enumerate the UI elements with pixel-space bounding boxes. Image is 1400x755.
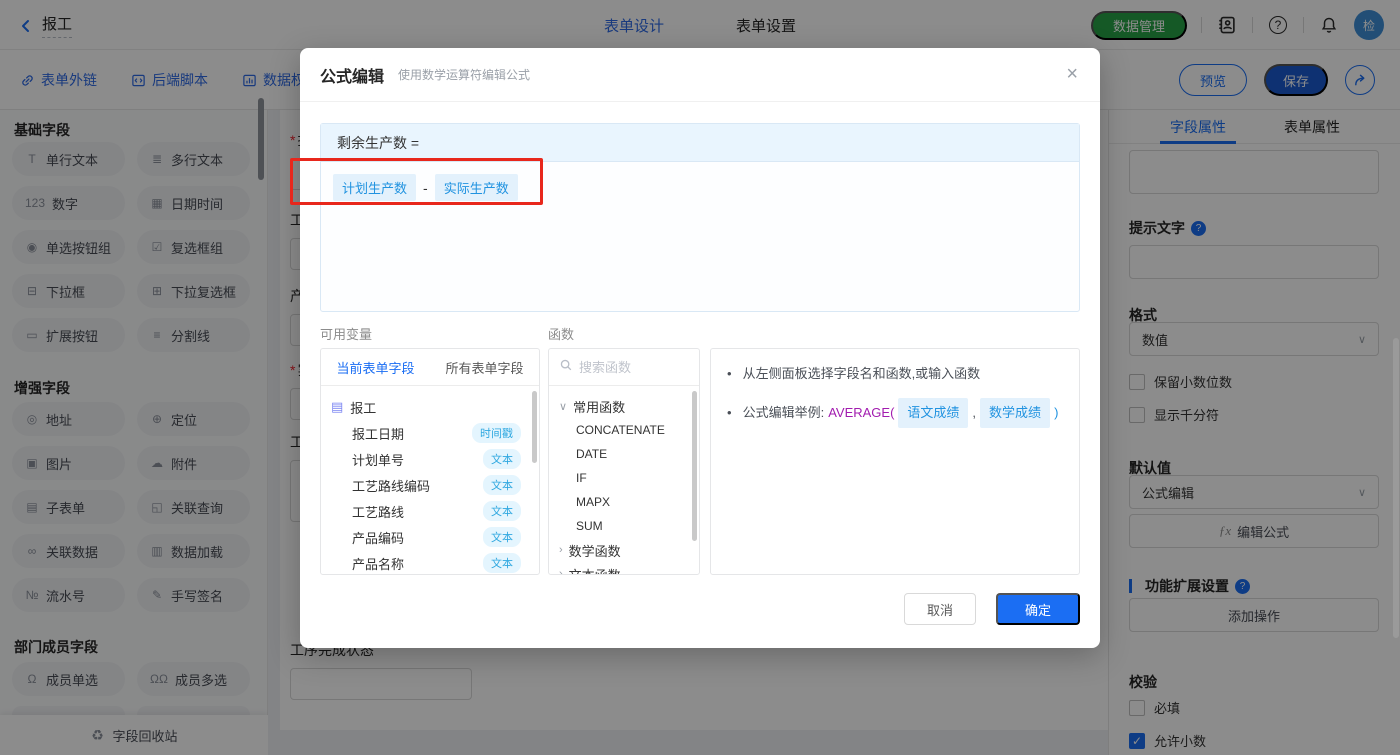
functions-scrollbar[interactable] <box>692 391 697 541</box>
function-group[interactable]: › 文本函数 <box>559 562 699 575</box>
field-chip[interactable]: 计划生产数 <box>333 174 417 201</box>
tab-current-form-fields[interactable]: 当前表单字段 <box>336 358 414 377</box>
chevron-right-icon: › <box>559 568 563 575</box>
closing-paren: ) <box>1054 405 1059 420</box>
close-icon[interactable]: × <box>1066 64 1078 84</box>
cancel-button[interactable]: 取消 <box>904 593 976 625</box>
formula-editor-modal: 公式编辑 使用数学运算符编辑公式 × 剩余生产数 = 计划生产数 - 实际生产数… <box>300 48 1100 648</box>
variable-item[interactable]: 产品名称 文本 <box>331 550 529 574</box>
variables-list: ▤ 报工 报工日期 时间戳 计划单号 文本 工艺路线编码 文本 工艺路线 文本 … <box>321 386 539 574</box>
type-badge: 文本 <box>483 553 521 573</box>
modal-title: 公式编辑 <box>320 68 385 86</box>
type-badge: 文本 <box>483 501 521 521</box>
help-panel: 从左侧面板选择字段名和函数,或输入函数 公式编辑举例: AVERAGE( 语文成… <box>710 348 1080 575</box>
function-search[interactable] <box>549 349 699 386</box>
variables-scrollbar[interactable] <box>532 391 537 463</box>
variable-item[interactable]: 工艺路线 文本 <box>331 498 529 524</box>
variable-item[interactable]: 产品编码 文本 <box>331 524 529 550</box>
function-item[interactable]: CONCATENATE <box>559 418 699 442</box>
chevron-right-icon: › <box>559 544 563 556</box>
app-window: 报工 表单设计 表单设置 数据管理 ? 检 表单外链 后端脚本 数据权 预览 保… <box>0 0 1400 755</box>
formula-editor[interactable]: 剩余生产数 = 计划生产数 - 实际生产数 <box>320 123 1080 312</box>
field-chip[interactable]: 实际生产数 <box>434 174 518 201</box>
type-badge: 时间戳 <box>472 423 521 443</box>
variable-items: 报工日期 时间戳 计划单号 文本 工艺路线编码 文本 工艺路线 文本 产品编码 … <box>331 420 529 574</box>
search-input[interactable] <box>579 359 679 375</box>
example-chip: 数学成绩 <box>980 398 1051 428</box>
window-scrollbar[interactable] <box>1393 338 1399 638</box>
variables-tabs: 当前表单字段 所有表单字段 <box>321 349 539 386</box>
function-item[interactable]: DATE <box>559 442 699 466</box>
variable-item[interactable]: 计划单号 文本 <box>331 446 529 472</box>
document-icon: ▤ <box>331 399 344 414</box>
group-common-functions[interactable]: ∨ 常用函数 <box>559 394 699 418</box>
function-item[interactable]: IF <box>559 466 699 490</box>
type-badge: 文本 <box>483 449 521 469</box>
help-line-1: 从左侧面板选择字段名和函数,或输入函数 <box>727 363 1063 385</box>
function-group[interactable]: › 数学函数 <box>559 538 699 562</box>
function-tree: ∨ 常用函数 CONCATENATE DATE IF MAPX SUM › 数学函数 › <box>549 386 699 575</box>
operator: - <box>423 179 428 196</box>
variables-heading: 可用变量 <box>320 327 373 342</box>
search-icon <box>559 358 573 377</box>
common-function-items: CONCATENATE DATE IF MAPX SUM <box>559 418 699 538</box>
function-item[interactable]: SUM <box>559 514 699 538</box>
variables-panel: 当前表单字段 所有表单字段 ▤ 报工 报工日期 时间戳 计划单号 文本 工艺路线… <box>320 348 540 575</box>
function-item[interactable]: MAPX <box>559 490 699 514</box>
type-badge: 文本 <box>483 527 521 547</box>
variable-item[interactable]: 报工日期 时间戳 <box>331 420 529 446</box>
variable-item[interactable]: 工艺路线编码 文本 <box>331 472 529 498</box>
type-badge: 文本 <box>483 475 521 495</box>
formula-expression[interactable]: 计划生产数 - 实际生产数 <box>321 162 1079 213</box>
function-name: AVERAGE( <box>828 405 895 420</box>
modal-footer: 取消 确定 <box>904 593 1080 625</box>
modal-subtitle: 使用数学运算符编辑公式 <box>398 68 531 82</box>
formula-target: 剩余生产数 = <box>321 124 1079 162</box>
tab-all-form-fields[interactable]: 所有表单字段 <box>445 358 523 377</box>
form-root-item[interactable]: ▤ 报工 <box>331 394 529 420</box>
functions-panel: ∨ 常用函数 CONCATENATEDATEIFMAPXSUM › 数学函数 › <box>548 348 700 575</box>
modal-header: 公式编辑 使用数学运算符编辑公式 × <box>300 48 1100 102</box>
help-line-2: 公式编辑举例: AVERAGE( 语文成绩 , 数学成绩 ) <box>727 398 1063 428</box>
confirm-button[interactable]: 确定 <box>996 593 1080 625</box>
chevron-down-icon: ∨ <box>559 400 568 413</box>
collapsed-function-groups: › 数学函数 › 文本函数 <box>559 538 699 575</box>
example-chip: 语文成绩 <box>898 398 969 428</box>
functions-heading: 函数 <box>548 327 575 342</box>
